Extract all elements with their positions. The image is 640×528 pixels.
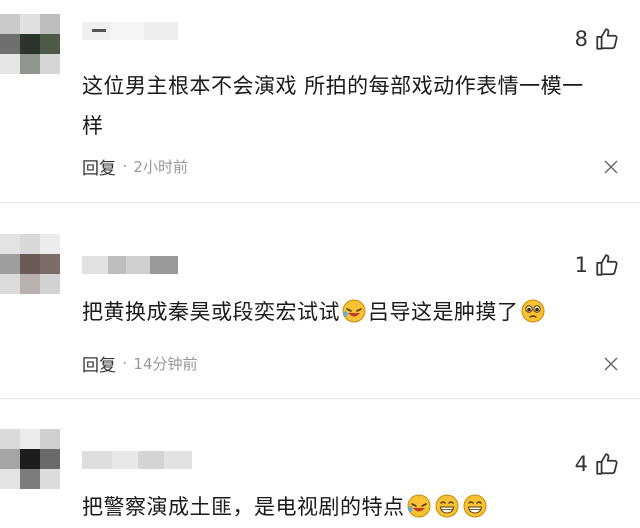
comment-meta: 回复 · 2小时前 (82, 154, 188, 180)
avatar[interactable] (0, 429, 60, 489)
like-button[interactable]: 4 (575, 451, 620, 477)
divider (0, 202, 640, 203)
comment-text: 把警察演成土匪，是电视剧的特点 (82, 487, 622, 527)
like-button[interactable]: 8 (575, 26, 620, 52)
like-count: 8 (574, 27, 588, 51)
comment-item: 4 把警察演成土匪，是电视剧的特点 (0, 405, 640, 528)
comment-item: 1 把黄换成秦昊或段奕宏试试 吕导这是肿摸了 回复 · 14分钟前 (0, 210, 640, 405)
avatar[interactable] (0, 14, 60, 74)
comment-text-line: 样 (82, 114, 104, 138)
thumbs-up-icon (596, 453, 618, 475)
pleading-emoji-icon (521, 299, 544, 323)
avatar[interactable] (0, 234, 60, 294)
comment-item: 8 这位男主根本不会演戏 所拍的每部戏动作表情一模一 样 回复 · 2小时前 (0, 0, 640, 200)
grinning-emoji-icon (463, 494, 486, 518)
reply-button[interactable]: 回复 (82, 154, 116, 179)
comment-time: 2小时前 (133, 158, 188, 176)
username-blurred[interactable] (82, 22, 178, 40)
comment-text-part: 把警察演成土匪，是电视剧的特点 (82, 495, 405, 519)
like-count: 1 (574, 253, 588, 277)
like-button[interactable]: 1 (575, 252, 620, 278)
divider (0, 398, 640, 399)
comment-text: 这位男主根本不会演戏 所拍的每部戏动作表情一模一 样 (82, 66, 622, 146)
laughing-emoji-icon (407, 494, 430, 518)
meta-separator: · (122, 353, 128, 374)
comment-text-line: 这位男主根本不会演戏 所拍的每部戏动作表情一模一 (82, 74, 584, 98)
username-blurred[interactable] (82, 256, 178, 274)
comment-text: 把黄换成秦昊或段奕宏试试 吕导这是肿摸了 (82, 292, 622, 332)
comment-meta: 回复 · 14分钟前 (82, 351, 198, 377)
username-blurred[interactable] (82, 451, 192, 469)
reply-button[interactable]: 回复 (82, 351, 116, 376)
comment-time: 14分钟前 (133, 355, 198, 373)
grinning-emoji-icon (435, 494, 458, 518)
comment-text-part: 把黄换成秦昊或段奕宏试试 (82, 300, 340, 324)
like-count: 4 (574, 452, 588, 476)
comment-text-part: 吕导这是肿摸了 (368, 300, 519, 324)
close-icon[interactable] (604, 357, 618, 371)
thumbs-up-icon (596, 254, 618, 276)
close-icon[interactable] (604, 160, 618, 174)
thumbs-up-icon (596, 28, 618, 50)
laughing-emoji-icon (342, 299, 366, 323)
meta-separator: · (122, 156, 128, 177)
